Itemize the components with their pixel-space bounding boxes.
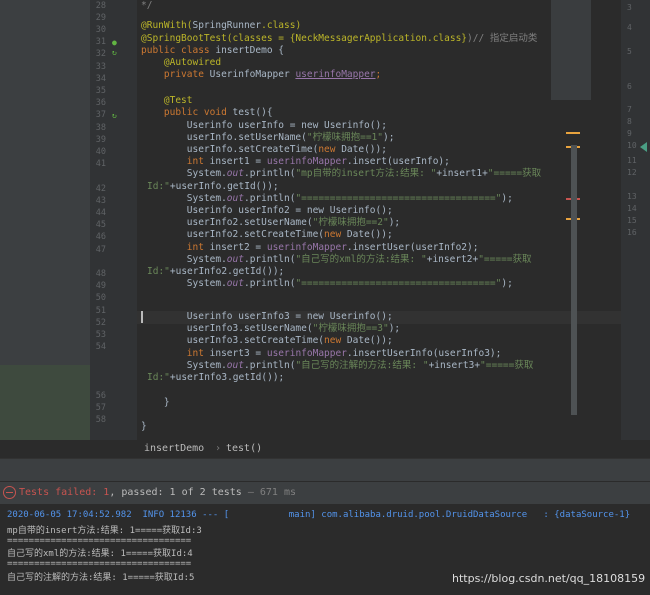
code-line: userInfo3.setUserName("柠檬味拥抱==3");: [141, 323, 401, 334]
line-number: 47: [95, 245, 106, 255]
breadcrumb-method[interactable]: test(): [226, 443, 262, 454]
code-line: int insert1 = userinfoMapper.insert(user…: [141, 156, 450, 167]
line-number: 33: [95, 62, 106, 72]
code-line: @Test: [141, 95, 193, 106]
line-number: 7: [627, 105, 632, 114]
code-line: System.out.println("mp自带的insert方法:结果: "+…: [141, 168, 542, 179]
bean-icon[interactable]: ●: [112, 38, 117, 47]
run-test-icon[interactable]: ↻: [112, 48, 117, 57]
line-number: 34: [95, 74, 106, 84]
code-line: Userinfo userInfo2 = new Userinfo();: [141, 205, 393, 216]
line-number: 53: [95, 330, 106, 340]
line-number: 31: [95, 37, 106, 47]
code-line: public class insertDemo {: [141, 45, 284, 56]
code-editor[interactable]: */ @RunWith(SpringRunner.class) @SpringB…: [137, 0, 621, 440]
line-number: 52: [95, 318, 106, 328]
code-line: }: [141, 421, 147, 432]
code-line: public void test(){: [141, 107, 273, 118]
editor-scrollbar[interactable]: 3 4 5 6 7 8 9 10 11 12 13 14 15 16: [551, 0, 650, 440]
run-test-icon[interactable]: ↻: [112, 111, 117, 120]
code-line: @SpringBootTest(classes = {NeckMessagerA…: [141, 33, 538, 44]
line-number: 50: [95, 293, 106, 303]
console-line: ==================================: [7, 536, 192, 546]
breadcrumb-class[interactable]: insertDemo: [144, 443, 204, 454]
scroll-thumb[interactable]: [571, 145, 577, 415]
line-number: 43: [95, 196, 106, 206]
test-status-bar: Tests failed: 1, passed: 1 of 2 tests – …: [0, 482, 650, 504]
line-number: 15: [627, 216, 637, 225]
code-line: Id:"+userInfo3.getId());: [147, 372, 285, 383]
code-line: userInfo2.setCreateTime(new Date());: [141, 229, 393, 240]
line-number: 44: [95, 208, 106, 218]
code-line: int insert3 = userinfoMapper.insertUserI…: [141, 348, 502, 359]
line-number: 40: [95, 147, 106, 157]
line-number: 10: [627, 141, 637, 150]
line-number: 29: [95, 13, 106, 23]
code-line: }: [141, 397, 170, 408]
line-number: 58: [95, 415, 106, 425]
code-line: Id:"+userInfo.getId());: [147, 181, 279, 192]
line-number: 51: [95, 306, 106, 316]
line-number: 6: [627, 82, 632, 91]
line-number: 9: [627, 129, 632, 138]
line-number: 54: [95, 342, 106, 352]
line-number: 16: [627, 228, 637, 237]
expand-arrow-icon[interactable]: [640, 142, 647, 152]
code-line: @RunWith(SpringRunner.class): [141, 20, 302, 31]
line-number: 3: [627, 3, 632, 12]
run-toolbar: [0, 458, 650, 481]
line-number: 12: [627, 168, 637, 177]
code-line: int insert2 = userinfoMapper.insertUser(…: [141, 242, 479, 253]
line-number: 49: [95, 281, 106, 291]
line-number: 5: [627, 47, 632, 56]
line-number: 13: [627, 192, 637, 201]
console-line: 2020-06-05 17:04:52.982 INFO 12136 --- […: [7, 510, 636, 520]
line-number: 57: [95, 403, 106, 413]
code-line: userInfo.setUserName("柠檬味拥抱==1");: [141, 132, 395, 143]
line-number: 28: [95, 1, 106, 11]
line-number: 41: [95, 159, 106, 169]
console-line: mp自带的insert方法:结果: 1=====获取Id:3: [7, 526, 202, 536]
code-line: userInfo2.setUserName("柠檬味拥抱==2");: [141, 217, 401, 228]
code-line: private UserinfoMapper userinfoMapper;: [141, 69, 382, 80]
line-number: 14: [627, 204, 637, 213]
line-number: 45: [95, 220, 106, 230]
code-line: userInfo3.setCreateTime(new Date());: [141, 335, 393, 346]
sidebar-panel: [0, 365, 90, 440]
line-number: 11: [627, 156, 637, 165]
code-line: Userinfo userInfo = new Userinfo();: [141, 120, 387, 131]
line-number: 37: [95, 110, 106, 120]
code-line: Userinfo userInfo3 = new Userinfo();: [141, 311, 393, 322]
code-line: Id:"+userInfo2.getId());: [147, 266, 285, 277]
breadcrumb-separator: ›: [215, 443, 222, 454]
code-line: userInfo.setCreateTime(new Date());: [141, 144, 387, 155]
code-line: @Autowired: [141, 57, 222, 68]
line-number: 56: [95, 391, 106, 401]
code-line: System.out.println("====================…: [141, 278, 513, 289]
line-number: 46: [95, 232, 106, 242]
line-number: 39: [95, 135, 106, 145]
test-summary: Tests failed: 1, passed: 1 of 2 tests – …: [19, 487, 296, 498]
console-line: ==================================: [7, 559, 192, 569]
code-line: */: [141, 0, 153, 11]
warning-mark: [566, 132, 580, 134]
console-line: 自己写的xml的方法:结果: 1=====获取Id:4: [7, 549, 193, 559]
line-number: 48: [95, 269, 106, 279]
line-number: 32: [95, 49, 106, 59]
line-number: 4: [627, 23, 632, 32]
console-line: 自己写的注解的方法:结果: 1=====获取Id:5: [7, 573, 195, 583]
breadcrumb: insertDemo › test(): [137, 440, 650, 458]
line-number: 8: [627, 117, 632, 126]
code-line: System.out.println("自己写的xml的方法:结果: "+ins…: [141, 254, 532, 265]
line-number: 35: [95, 86, 106, 96]
line-number: 38: [95, 123, 106, 133]
minimap: [551, 0, 591, 100]
line-number: 36: [95, 98, 106, 108]
line-number: 30: [95, 25, 106, 35]
test-failed-icon: [3, 486, 16, 499]
code-line: System.out.println("====================…: [141, 193, 513, 204]
watermark: https://blog.csdn.net/qq_18108159: [452, 572, 646, 585]
code-line: System.out.println("自己写的注解的方法:结果: "+inse…: [141, 360, 534, 371]
line-number: 42: [95, 184, 106, 194]
